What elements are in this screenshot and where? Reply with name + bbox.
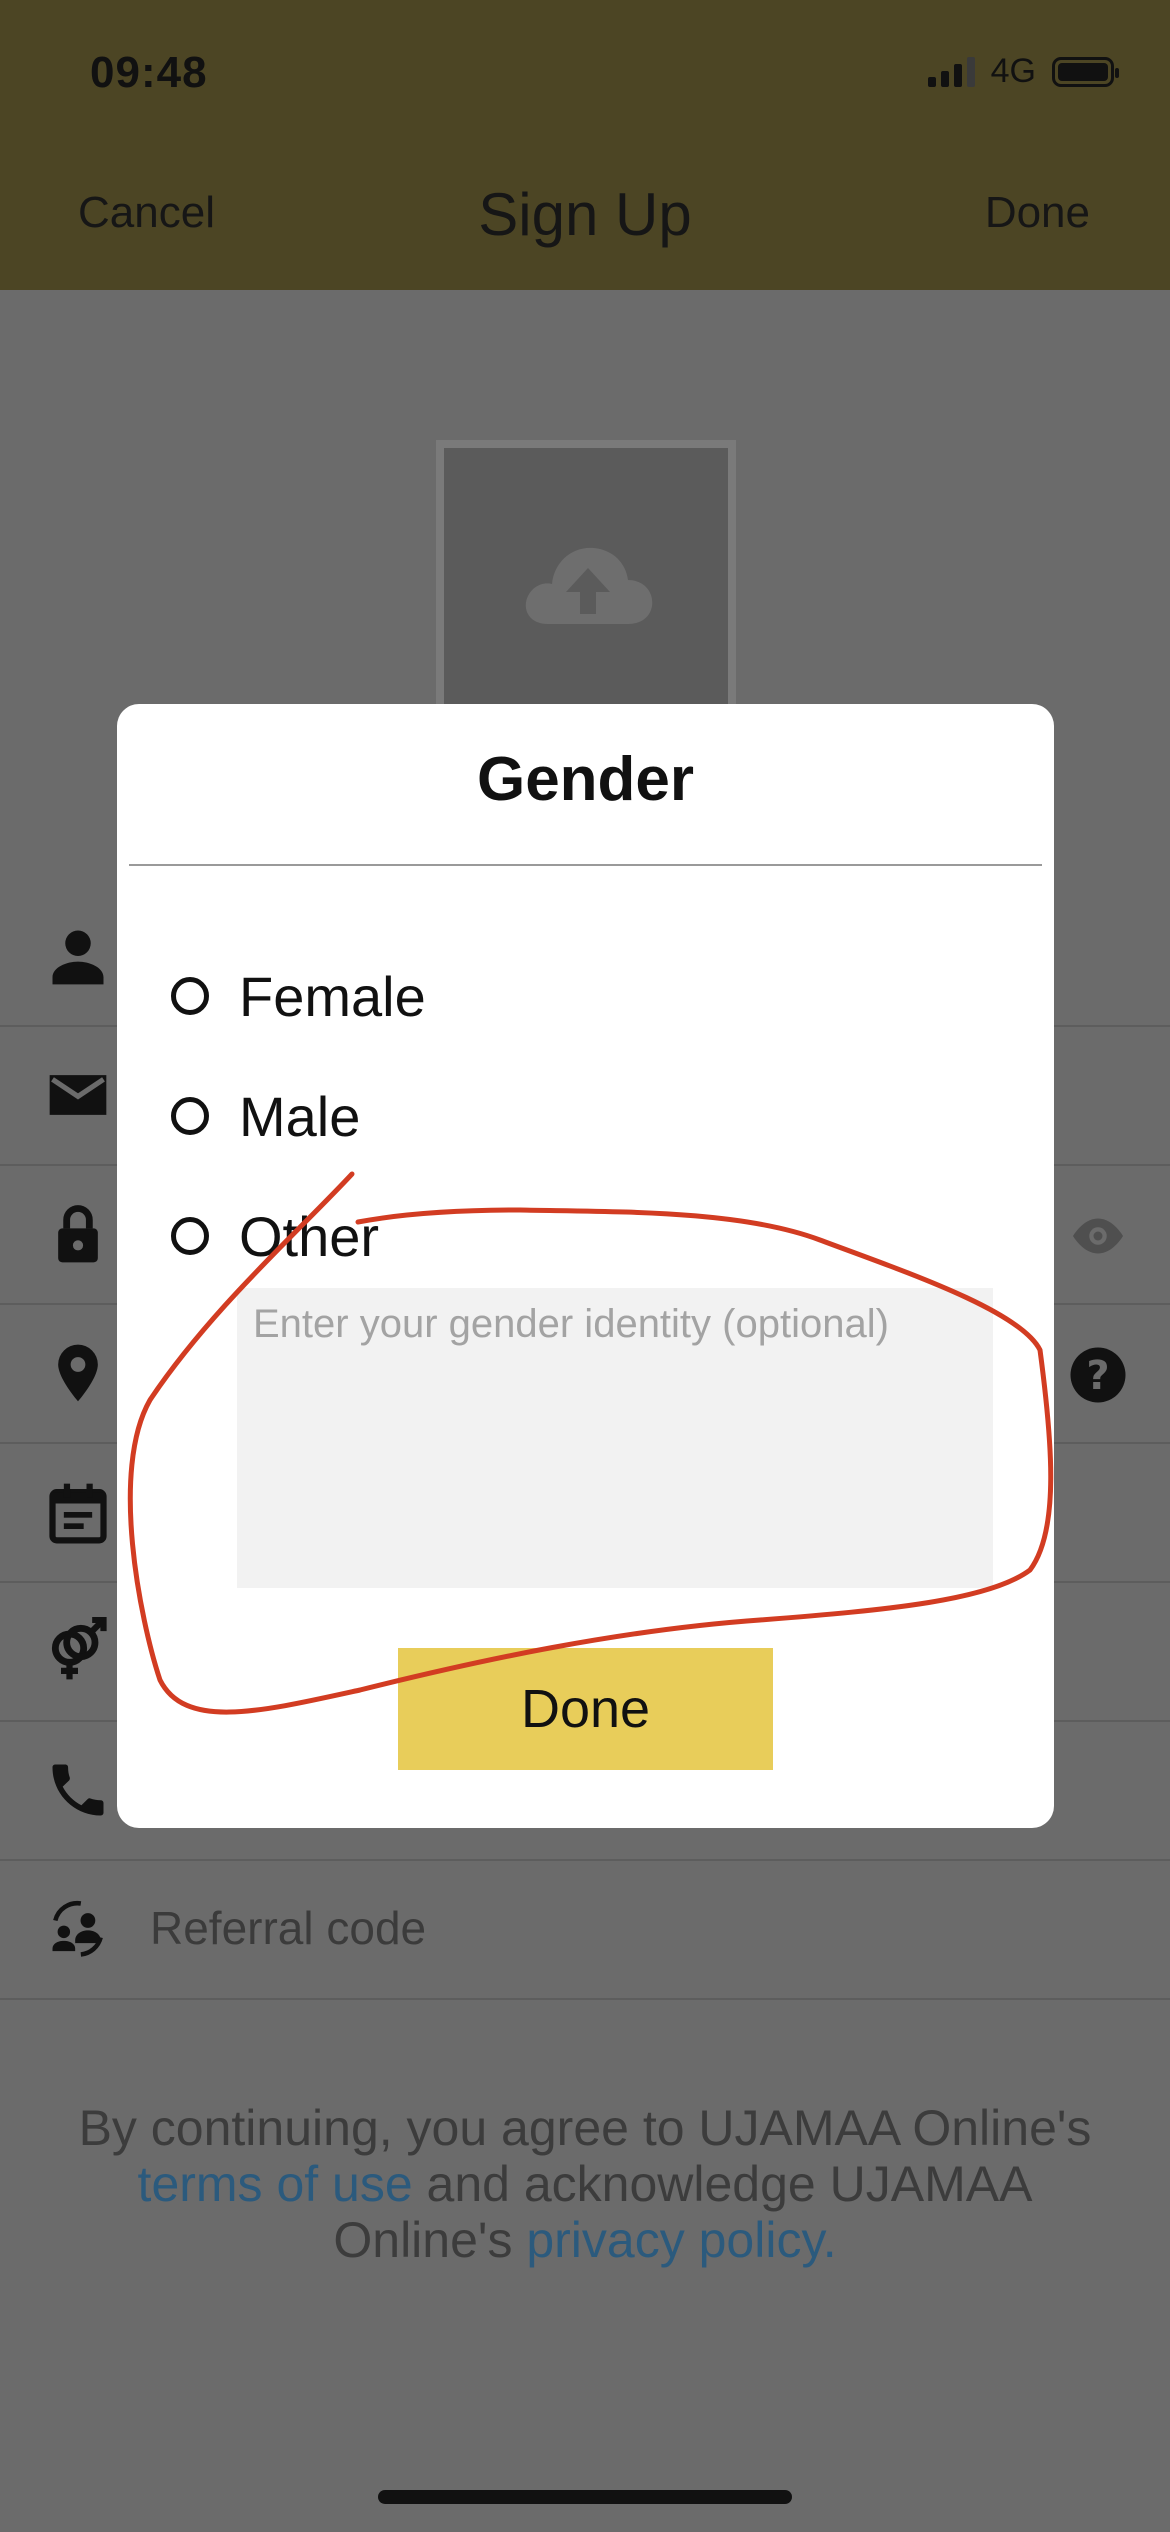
phone-icon xyxy=(52,1764,104,1816)
network-type: 4G xyxy=(990,52,1036,90)
dialog-title: Gender xyxy=(476,745,695,814)
status-indicators: 4G xyxy=(927,52,1119,91)
option-male[interactable]: Male xyxy=(171,1076,360,1156)
terms-of-use-link[interactable]: terms of use xyxy=(138,2156,413,2212)
status-time: 09:48 xyxy=(90,48,208,97)
option-other-label: Other xyxy=(239,1204,380,1268)
option-female-label: Female xyxy=(239,964,426,1028)
referral-row[interactable]: Referral code xyxy=(0,1861,1170,2000)
referral-code-field: Referral code xyxy=(150,1902,427,1954)
option-male-label: Male xyxy=(239,1084,361,1148)
option-other[interactable]: Other xyxy=(171,1196,379,1276)
calendar-icon xyxy=(49,1483,107,1544)
done-button[interactable]: Done xyxy=(398,1648,773,1770)
radio-other[interactable] xyxy=(171,1217,209,1255)
gender-identity-input[interactable] xyxy=(237,1288,993,1588)
mail-icon xyxy=(49,1075,107,1115)
battery-icon xyxy=(1052,56,1119,87)
lock-icon xyxy=(58,1205,98,1263)
terms-notice: By continuing, you agree to UJAMAA Onlin… xyxy=(60,2100,1110,2268)
terms-prefix: By continuing, you agree to UJAMAA Onlin… xyxy=(78,2100,1092,2156)
nav-bar: Cancel Sign Up Done xyxy=(0,150,1170,290)
gender-dialog: Gender Female Male Other Done xyxy=(117,704,1054,1828)
help-icon[interactable]: ? xyxy=(1066,1345,1130,1405)
signal-icon xyxy=(927,56,975,87)
dialog-divider xyxy=(129,864,1042,866)
photo-upload[interactable] xyxy=(436,440,736,740)
eye-icon[interactable] xyxy=(1066,1206,1130,1266)
privacy-policy-link[interactable]: privacy policy. xyxy=(526,2212,836,2268)
home-indicator xyxy=(378,2490,792,2504)
option-female[interactable]: Female xyxy=(171,956,426,1036)
person-icon xyxy=(52,930,104,985)
status-bar: 09:48 4G xyxy=(0,0,1170,150)
referral-icon xyxy=(52,1900,103,1957)
nav-done-button[interactable]: Done xyxy=(985,188,1090,238)
gender-icon xyxy=(51,1617,107,1680)
location-pin-icon xyxy=(58,1344,98,1402)
cloud-upload-icon xyxy=(525,547,653,624)
radio-female[interactable] xyxy=(171,977,209,1015)
svg-text:?: ? xyxy=(1086,1353,1109,1399)
radio-male[interactable] xyxy=(171,1097,209,1135)
